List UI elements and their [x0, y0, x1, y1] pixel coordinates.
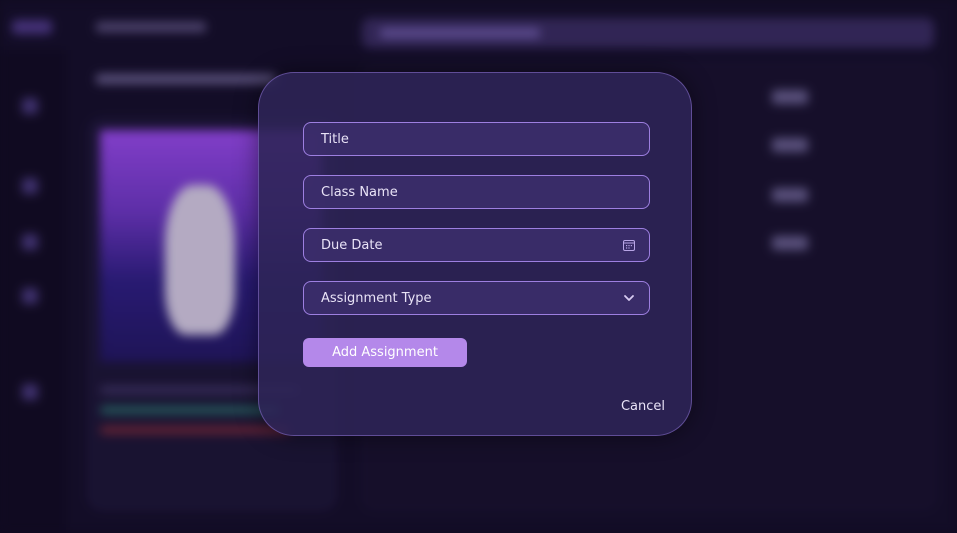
due-date-input-placeholder: Due Date [321, 237, 383, 253]
title-input[interactable]: Title [303, 122, 650, 156]
cancel-button[interactable]: Cancel [621, 399, 665, 414]
app-stage: Title Class Name Due Date Assignment Typ [0, 0, 957, 533]
title-input-placeholder: Title [321, 131, 349, 147]
class-name-input[interactable]: Class Name [303, 175, 650, 209]
class-name-input-placeholder: Class Name [321, 184, 398, 200]
due-date-input[interactable]: Due Date [303, 228, 650, 262]
add-assignment-button[interactable]: Add Assignment [303, 338, 467, 367]
assignment-type-select-placeholder: Assignment Type [321, 290, 432, 306]
chevron-down-icon [623, 294, 635, 302]
calendar-icon[interactable] [623, 239, 635, 251]
assignment-type-select[interactable]: Assignment Type [303, 281, 650, 315]
add-assignment-modal: Title Class Name Due Date Assignment Typ [258, 72, 692, 436]
